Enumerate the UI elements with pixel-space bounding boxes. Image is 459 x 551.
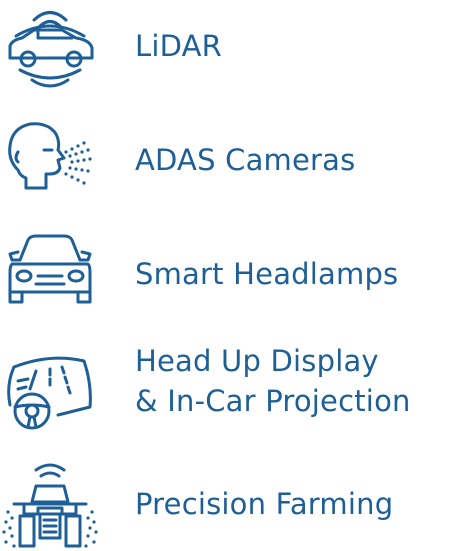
- feature-item-adas-cameras: ADAS Cameras: [0, 112, 459, 207]
- feature-label: Smart Headlamps: [135, 254, 398, 294]
- feature-item-precision-farming: Precision Farming: [0, 458, 459, 551]
- feature-label-line: Smart Headlamps: [135, 257, 399, 291]
- feature-label-line: LiDAR: [135, 29, 223, 63]
- tractor-sprayer-icon: [0, 458, 100, 550]
- feature-label-line: Head Up Display: [135, 344, 379, 378]
- feature-label: LiDAR: [135, 26, 222, 66]
- feature-label-line: Precision Farming: [135, 487, 394, 521]
- feature-label: Precision Farming: [135, 484, 393, 524]
- car-front-headlamps-icon: [0, 230, 100, 308]
- feature-item-head-up-display: Head Up Display & In-Car Projection: [0, 335, 459, 445]
- feature-label: Head Up Display & In-Car Projection: [135, 341, 411, 421]
- feature-item-lidar: LiDAR: [0, 0, 459, 95]
- feature-label-line: ADAS Cameras: [135, 143, 356, 177]
- feature-item-smart-headlamps: Smart Headlamps: [0, 230, 459, 325]
- feature-label: ADAS Cameras: [135, 140, 355, 180]
- feature-label-line: & In-Car Projection: [135, 384, 411, 418]
- face-camera-beam-icon: [0, 112, 100, 200]
- windshield-steering-wheel-icon: [0, 345, 100, 433]
- car-sensing-waves-icon: [0, 0, 100, 92]
